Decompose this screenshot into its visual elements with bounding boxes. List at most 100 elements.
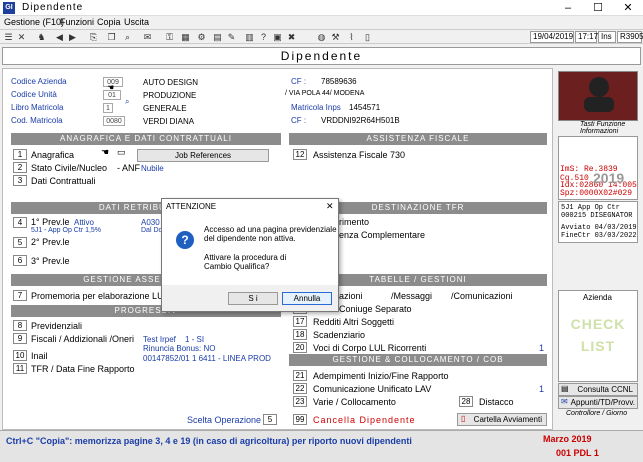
option-1-box[interactable]: 1: [13, 149, 27, 160]
magnifier-icon[interactable]: ⌕: [125, 97, 129, 107]
dati-contrattuali-item[interactable]: Dati Contrattuali: [31, 176, 96, 186]
attach-icon[interactable]: ⎘: [88, 32, 99, 42]
paste-icon[interactable]: ▣: [272, 32, 283, 42]
prev1-code: A030: [141, 218, 160, 227]
prev3-item[interactable]: 3° Prev.le: [31, 256, 69, 266]
option-21-box[interactable]: 21: [293, 370, 307, 381]
comunicazioni-item[interactable]: /Comunicazioni: [451, 291, 513, 301]
previdenziali-item[interactable]: Previdenziali: [31, 321, 82, 331]
menu-copia[interactable]: Copia: [97, 17, 121, 27]
dialog-close-icon[interactable]: ✕: [326, 201, 334, 212]
assistenza-730-item[interactable]: Assistenza Fiscale 730: [313, 150, 405, 160]
comunicazione-unificato-item[interactable]: Comunicazione Unificato LAV: [313, 384, 431, 394]
appunti-button[interactable]: Appunti/TD/Provv.: [558, 396, 638, 409]
cancella-dipendente-item[interactable]: Cancella Dipendente: [313, 415, 416, 425]
option-11-box[interactable]: 11: [13, 363, 27, 374]
settings-icon[interactable]: ⚙: [196, 32, 207, 42]
voci-corpo-item[interactable]: Voci di Corpo LUL Ricorrenti: [313, 343, 426, 353]
date-field: 19/04/2019: [530, 31, 574, 43]
libro-matricola-field[interactable]: 1: [103, 103, 113, 113]
tabelle-item[interactable]: azioni: [339, 291, 363, 301]
yes-button[interactable]: S i: [228, 292, 278, 305]
option-2-box[interactable]: 2: [13, 162, 27, 173]
option-5-box[interactable]: 5: [13, 237, 27, 248]
option-12-box[interactable]: 12: [293, 149, 307, 160]
option-9-box[interactable]: 9: [13, 333, 27, 344]
folder-icon[interactable]: ▭: [117, 147, 126, 158]
list-icon[interactable]: ☰: [3, 32, 14, 42]
menu-uscita[interactable]: Uscita: [124, 17, 149, 27]
anf-item[interactable]: - ANF: [117, 163, 140, 173]
option-23-box[interactable]: 23: [293, 396, 307, 407]
paperclip-icon[interactable]: ⌇: [346, 32, 357, 42]
annulla-button[interactable]: Annulla: [282, 292, 332, 305]
scelta-operazione-input[interactable]: 5: [263, 414, 277, 425]
redditi-item[interactable]: Redditi Altri Soggetti: [313, 317, 394, 327]
run-icon[interactable]: ♞: [36, 32, 47, 42]
adempimenti-item[interactable]: Adempimenti Inizio/Fine Rapporto: [313, 371, 449, 381]
option-8-box[interactable]: 8: [13, 320, 27, 331]
messaggi-item[interactable]: /Messaggi: [391, 291, 432, 301]
option-99-box[interactable]: 99: [293, 414, 307, 425]
edit-icon[interactable]: ✎: [226, 32, 237, 42]
document-icon: ▯: [461, 414, 466, 423]
cartella-avviamenti-button[interactable]: Cartella Avviamenti: [457, 413, 547, 426]
stato-civile-item[interactable]: Stato Civile/Nucleo: [31, 163, 107, 173]
menu-gestione[interactable]: Gestione (F10): [4, 17, 64, 27]
scadenziario-item[interactable]: Scadenziario: [313, 330, 365, 340]
menu-funzioni[interactable]: Funzioni: [60, 17, 94, 27]
option-18-box[interactable]: 18: [293, 329, 307, 340]
calendar-icon[interactable]: ▦: [180, 32, 191, 42]
varie-collocamento-item[interactable]: Varie / Collocamento: [313, 397, 396, 407]
option-4-box[interactable]: 4: [13, 217, 27, 228]
fiscali-item[interactable]: Fiscali / Addizionali /Oneri: [31, 334, 134, 344]
option-20-box[interactable]: 20: [293, 342, 307, 353]
promemoria-item[interactable]: Promemoria per elaborazione LUL: [31, 291, 169, 301]
scelta-operazione-label: Scelta Operazione: [187, 415, 262, 425]
search-icon[interactable]: ⌕: [122, 32, 133, 42]
contract-job: 000215 DISEGNATOR: [561, 212, 633, 220]
hand-icon[interactable]: ☚: [101, 147, 109, 158]
option-28-box[interactable]: 28: [459, 396, 473, 407]
option-3-box[interactable]: 3: [13, 175, 27, 186]
distacco-item[interactable]: Distacco: [479, 397, 514, 407]
info-panel: ImS: Re.3839 Cg.510 Idx:02860 14:005 Spz…: [558, 136, 638, 200]
anagrafica-item[interactable]: Anagrafica: [31, 150, 74, 160]
tools-icon[interactable]: ⚒: [330, 32, 341, 42]
option-17-box[interactable]: 17: [293, 316, 307, 327]
key-icon[interactable]: ⚿: [164, 32, 175, 42]
close-icon[interactable]: ✕: [613, 0, 643, 16]
chart-icon[interactable]: ▤: [212, 32, 223, 42]
cancel-icon[interactable]: ✕: [16, 32, 27, 42]
back-arrow-icon[interactable]: ◀: [54, 32, 65, 42]
copy-icon[interactable]: ❐: [106, 32, 117, 42]
option-6-box[interactable]: 6: [13, 255, 27, 266]
previdenza-complementare-item[interactable]: enza Complementare: [339, 230, 425, 240]
consulta-ccnl-button[interactable]: Consulta CCNL: [558, 383, 638, 396]
mail-icon[interactable]: ✉: [142, 32, 153, 42]
check-list-logo[interactable]: CHECK LIST: [567, 313, 629, 357]
hand-icon[interactable]: ☚: [107, 83, 114, 92]
forward-arrow-icon[interactable]: ▶: [67, 32, 78, 42]
table-icon[interactable]: ▥: [244, 32, 255, 42]
help-icon[interactable]: ?: [258, 32, 269, 42]
cod-matricola-field[interactable]: 0080: [103, 116, 125, 126]
person-silhouette-icon: [584, 77, 614, 112]
globe-icon[interactable]: ◍: [316, 32, 327, 42]
option-7-box[interactable]: 7: [13, 290, 27, 301]
stop-icon[interactable]: ✖: [286, 32, 297, 42]
checklist-panel: Azienda CHECK LIST: [558, 290, 638, 382]
maximize-icon[interactable]: ☐: [583, 0, 613, 16]
tfr-item[interactable]: TFR / Data Fine Rapporto: [31, 364, 135, 374]
option-22-box[interactable]: 22: [293, 383, 307, 394]
info-year: 2019: [593, 170, 625, 186]
prev2-item[interactable]: 2° Prev.le: [31, 237, 69, 247]
option-10-box[interactable]: 10: [13, 350, 27, 361]
minimize-icon[interactable]: –: [553, 0, 583, 16]
document-icon[interactable]: ▯: [362, 32, 373, 42]
destinazione-tfr-item[interactable]: rimento: [339, 217, 369, 227]
prev1-item[interactable]: 1° Prev.le: [31, 217, 69, 227]
coniuge-separato-item[interactable]: Coniuge Separato: [339, 304, 412, 314]
job-references-button[interactable]: Job References: [137, 149, 269, 162]
inail-item[interactable]: Inail: [31, 351, 48, 361]
